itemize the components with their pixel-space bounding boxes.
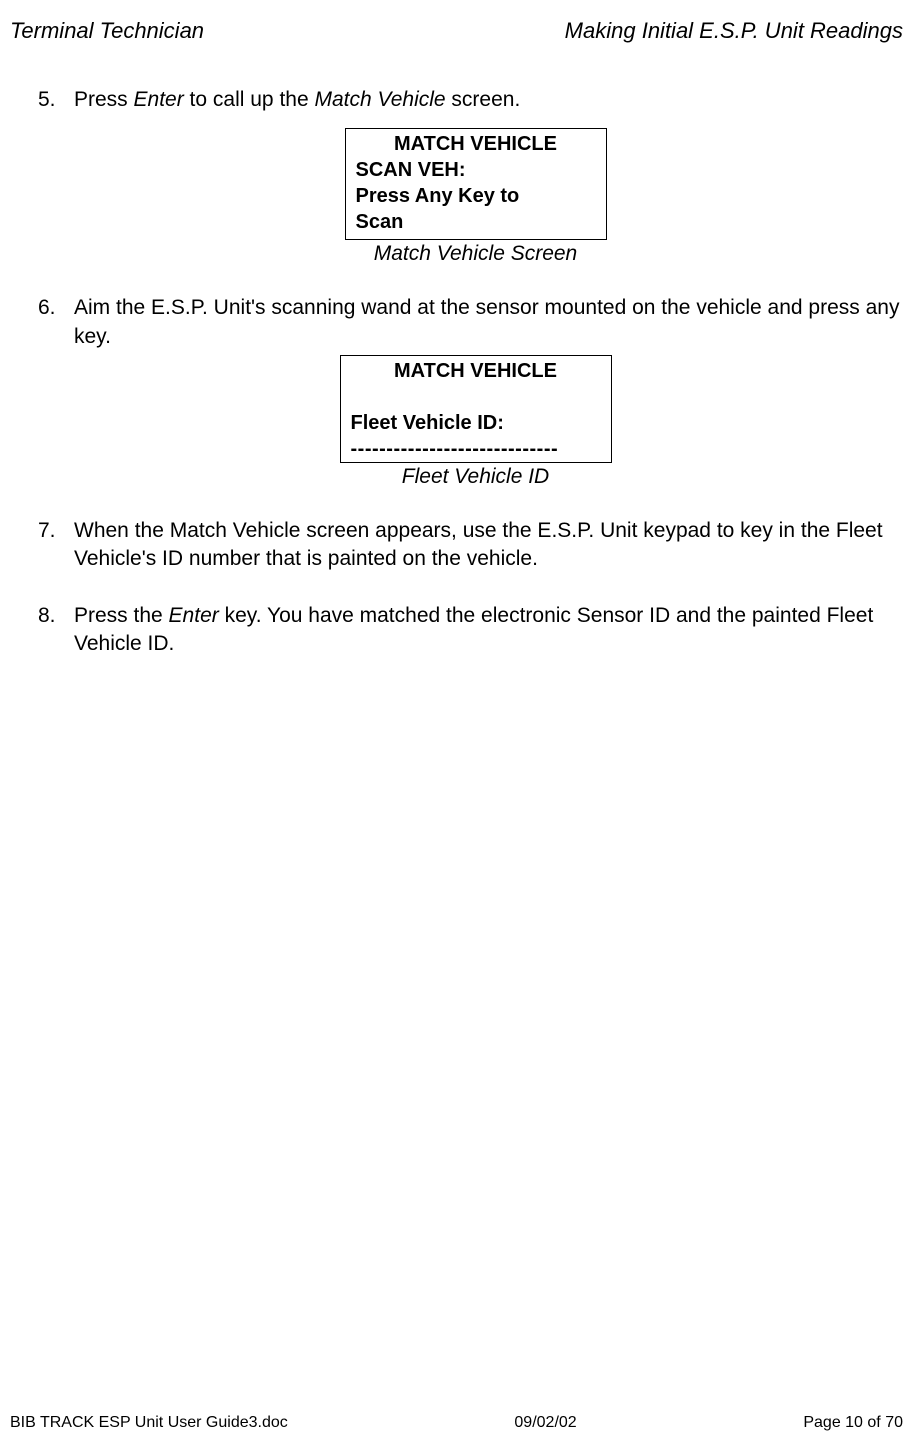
step-number: 5. (38, 86, 74, 114)
screen-caption: Fleet Vehicle ID (402, 465, 549, 489)
text-italic: Enter (169, 604, 219, 627)
screen-title: MATCH VEHICLE (351, 358, 601, 384)
content: 5. Press Enter to call up the Match Vehi… (10, 86, 913, 658)
page-footer: BIB TRACK ESP Unit User Guide3.doc 09/02… (10, 1414, 903, 1432)
footer-mid: 09/02/02 (514, 1414, 576, 1432)
screen-2-wrap: MATCH VEHICLE Fleet Vehicle ID: --------… (38, 355, 913, 489)
screen-1-wrap: MATCH VEHICLE SCAN VEH: Press Any Key to… (38, 128, 913, 266)
screen-line: Press Any Key to (356, 183, 596, 209)
text-run: screen. (446, 88, 521, 111)
step-7: 7. When the Match Vehicle screen appears… (38, 517, 913, 574)
text-italic: Match Vehicle (314, 88, 445, 111)
step-number: 7. (38, 517, 74, 574)
footer-left: BIB TRACK ESP Unit User Guide3.doc (10, 1414, 288, 1432)
step-number: 6. (38, 294, 74, 351)
step-text: Aim the E.S.P. Unit's scanning wand at t… (74, 294, 913, 351)
screen-blank-line (351, 384, 601, 410)
step-text: When the Match Vehicle screen appears, u… (74, 517, 913, 574)
fleet-vehicle-id-screen-box: MATCH VEHICLE Fleet Vehicle ID: --------… (340, 355, 612, 463)
text-run: to call up the (184, 88, 315, 111)
step-8: 8. Press the Enter key. You have matched… (38, 602, 913, 659)
spacer (38, 582, 913, 602)
header-right: Making Initial E.S.P. Unit Readings (565, 18, 903, 44)
screen-line: Fleet Vehicle ID: (351, 410, 601, 436)
screen-line: SCAN VEH: (356, 157, 596, 183)
header-left: Terminal Technician (10, 18, 204, 44)
screen-line: Scan (356, 209, 596, 235)
text-run: Press (74, 88, 134, 111)
text-italic: Enter (134, 88, 184, 111)
step-6: 6. Aim the E.S.P. Unit's scanning wand a… (38, 294, 913, 351)
footer-right: Page 10 of 70 (803, 1414, 903, 1432)
screen-caption: Match Vehicle Screen (374, 242, 578, 266)
step-5: 5. Press Enter to call up the Match Vehi… (38, 86, 913, 114)
text-run: Press the (74, 604, 169, 627)
step-text: Press Enter to call up the Match Vehicle… (74, 86, 913, 114)
screen-dashes: ----------------------------- (351, 436, 601, 462)
step-number: 8. (38, 602, 74, 659)
page-header: Terminal Technician Making Initial E.S.P… (10, 18, 913, 44)
screen-title: MATCH VEHICLE (356, 131, 596, 157)
match-vehicle-screen-box: MATCH VEHICLE SCAN VEH: Press Any Key to… (345, 128, 607, 240)
step-text: Press the Enter key. You have matched th… (74, 602, 913, 659)
